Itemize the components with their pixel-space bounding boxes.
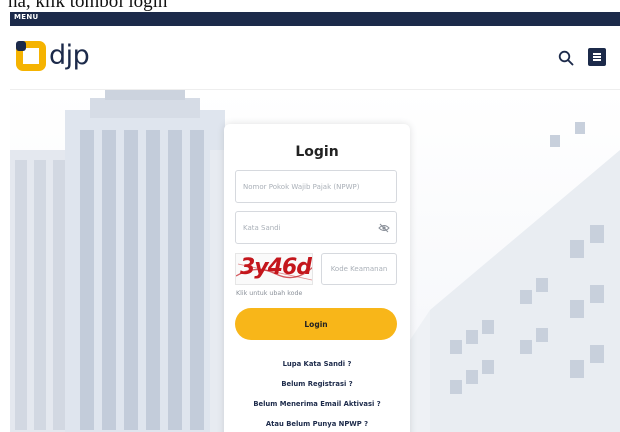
search-icon[interactable] (558, 50, 574, 66)
security-code-field[interactable] (321, 253, 397, 285)
logo-text: djp (49, 40, 90, 71)
login-title: Login (295, 144, 339, 160)
captcha-image[interactable]: 3y46d (235, 253, 313, 285)
captcha-text: 3y46d (240, 255, 312, 280)
captcha-hint: Klik untuk ubah kode (236, 290, 303, 297)
password-field[interactable] (235, 211, 397, 244)
security-code-input[interactable] (322, 254, 396, 284)
hero-background: Login 3y46d Klik untuk ubah kode Login L… (10, 90, 620, 432)
menu-bar[interactable]: MENU (10, 12, 620, 26)
forgot-password-link[interactable]: Lupa Kata Sandi ? (224, 360, 410, 368)
office-tower-illustration (10, 90, 234, 432)
site-header: djp (10, 26, 620, 90)
page-caption: na, klik tombol login (8, 0, 168, 12)
djp-logo-mark-icon (16, 41, 46, 71)
login-card: Login 3y46d Klik untuk ubah kode Login L… (224, 124, 410, 432)
hamburger-icon (593, 53, 601, 55)
office-building-illustration (390, 122, 620, 432)
register-link[interactable]: Belum Registrasi ? (224, 380, 410, 388)
password-input[interactable] (236, 212, 396, 243)
eye-slash-icon[interactable] (378, 223, 390, 233)
login-button[interactable]: Login (235, 308, 397, 340)
activation-email-link[interactable]: Belum Menerima Email Aktivasi ? (224, 400, 410, 408)
npwp-field[interactable] (235, 170, 397, 203)
hamburger-menu-button[interactable] (588, 48, 606, 66)
menu-label: MENU (14, 13, 39, 21)
no-npwp-link[interactable]: Atau Belum Punya NPWP ? (224, 420, 410, 428)
djp-logo[interactable]: djp (16, 39, 90, 73)
npwp-input[interactable] (236, 171, 396, 202)
